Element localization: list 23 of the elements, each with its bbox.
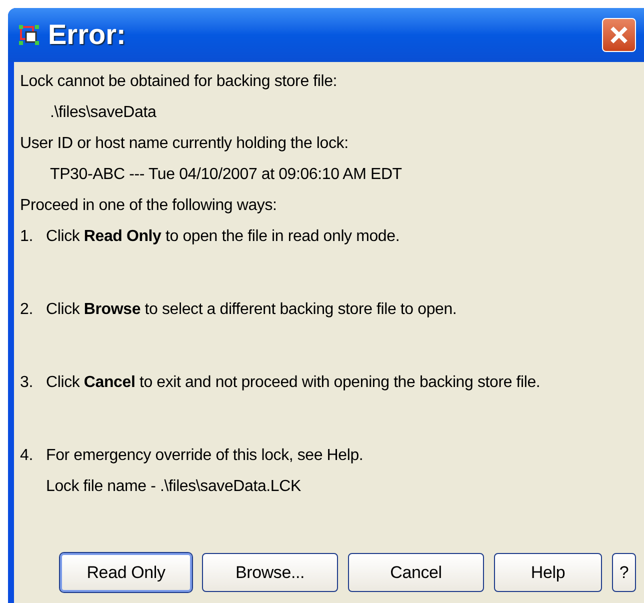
message-text: User ID or host name currently holding the lock:: [20, 134, 350, 154]
dialog-button[interactable]: Read Only: [60, 553, 192, 592]
step-text: Click Read Only to open the file in read only mode.: [46, 227, 400, 247]
dialog-button[interactable]: ?: [612, 553, 636, 592]
message-text: Lock cannot be obtained for backing store file:: [20, 72, 338, 92]
dialog-button[interactable]: Browse...: [202, 553, 338, 592]
step-text: Click Cancel to exit and not proceed with opening the backing store file.: [46, 373, 540, 393]
dialog-button[interactable]: Cancel: [348, 553, 484, 592]
step-number: 1.: [20, 227, 34, 247]
close-icon: [609, 25, 629, 45]
step-text: For emergency override of this lock, see Help.: [46, 446, 364, 466]
detail-text: .\files\saveData: [49, 103, 158, 123]
dialog-button[interactable]: Help: [494, 553, 602, 592]
step-number: 3.: [20, 373, 34, 393]
window-title: Error:: [48, 18, 126, 52]
step-text: Click Browse to select a different backing store file to open.: [46, 300, 457, 320]
step-number: 2.: [20, 300, 34, 320]
message-text: Proceed in one of the following ways:: [20, 196, 278, 216]
step-number: 4.: [20, 446, 34, 466]
close-button[interactable]: [602, 18, 636, 52]
app-icon: [18, 24, 40, 46]
detail-text: TP30-ABC --- Tue 04/10/2007 at 09:06:10 AM EDT: [49, 165, 403, 185]
detail-text: Lock file name - .\files\saveData.LCK: [45, 477, 302, 497]
